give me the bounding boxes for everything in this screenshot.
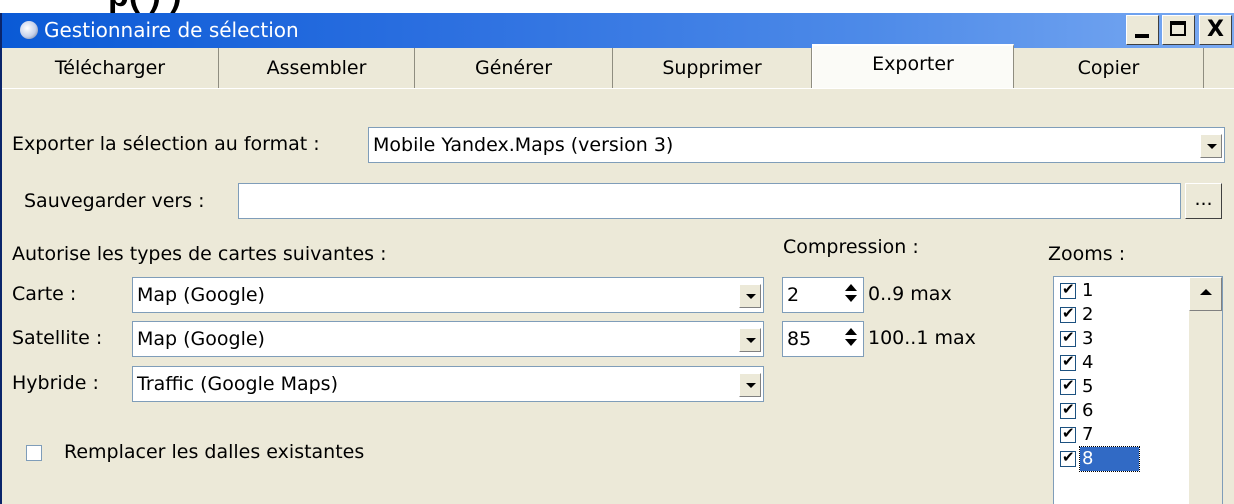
tab-assembler[interactable]: Assembler <box>219 48 415 88</box>
minimize-icon <box>1135 34 1149 38</box>
tab-copier[interactable]: Copier <box>1014 48 1204 88</box>
compression-satellite-value: 85 <box>787 328 812 350</box>
hybride-dropdown-button[interactable] <box>739 373 761 397</box>
compression-carte-spinner[interactable]: 2 <box>782 277 864 313</box>
spinner-arrows-icon[interactable] <box>843 328 859 350</box>
compression-carte-range: 0..9 max <box>868 283 952 305</box>
zoom-label: 7 <box>1082 424 1094 445</box>
browse-button[interactable]: ... <box>1185 183 1222 219</box>
zoom-label: 6 <box>1082 400 1094 421</box>
tab-telecharger[interactable]: Télécharger <box>2 48 219 88</box>
zoom-checkbox[interactable]: ✔ <box>1060 352 1076 371</box>
hybride-label: Hybride : <box>12 372 99 394</box>
save-to-label: Sauvegarder vers : <box>24 190 205 212</box>
carte-select[interactable]: Map (Google) <box>132 277 764 313</box>
carte-label: Carte : <box>12 283 77 305</box>
hybride-value: Traffic (Google Maps) <box>137 373 338 395</box>
zoom-checkbox[interactable]: ✔ <box>1060 304 1076 323</box>
tab-generer[interactable]: Générer <box>415 48 613 88</box>
close-icon: X <box>1207 17 1224 42</box>
minimize-button[interactable] <box>1126 15 1159 45</box>
zoom-label: 2 <box>1082 304 1094 325</box>
export-format-dropdown-button[interactable] <box>1200 134 1222 158</box>
replace-tiles-checkbox[interactable] <box>26 445 42 461</box>
save-path-input[interactable] <box>238 183 1181 219</box>
zooms-label: Zooms : <box>1048 243 1126 265</box>
export-format-select[interactable]: Mobile Yandex.Maps (version 3) <box>368 127 1225 163</box>
chevron-down-icon <box>746 294 756 299</box>
title-bar[interactable]: Gestionnaire de sélection X <box>2 13 1234 48</box>
carte-value: Map (Google) <box>137 284 265 306</box>
satellite-value: Map (Google) <box>137 328 265 350</box>
zoom-label: 5 <box>1082 376 1094 397</box>
tab-bar: Télécharger Assembler Générer Supprimer … <box>2 44 1234 88</box>
compression-label: Compression : <box>783 236 919 258</box>
app-icon <box>20 21 38 39</box>
export-format-label: Exporter la sélection au format : <box>12 133 320 155</box>
zoom-label: 3 <box>1082 328 1094 349</box>
tab-divider <box>2 88 1234 89</box>
zoom-checkbox[interactable]: ✔ <box>1060 400 1076 419</box>
export-format-value: Mobile Yandex.Maps (version 3) <box>373 134 674 156</box>
satellite-dropdown-button[interactable] <box>739 328 761 352</box>
maximize-button[interactable] <box>1162 15 1195 45</box>
zoom-label: 8 <box>1078 446 1141 472</box>
zoom-label: 4 <box>1082 352 1094 373</box>
window-title: Gestionnaire de sélection <box>44 18 299 42</box>
maximize-icon <box>1170 21 1186 36</box>
satellite-label: Satellite : <box>12 327 103 349</box>
zoom-checkbox[interactable]: ✔ <box>1060 376 1076 395</box>
zoom-checkbox[interactable]: ✔ <box>1060 280 1076 299</box>
tab-supprimer[interactable]: Supprimer <box>613 48 812 88</box>
zoom-scrollbar[interactable] <box>1189 277 1222 504</box>
tab-exporter[interactable]: Exporter <box>812 44 1014 88</box>
zoom-label: 1 <box>1082 280 1094 301</box>
chevron-up-icon <box>1200 289 1212 295</box>
compression-carte-value: 2 <box>787 284 800 306</box>
spinner-arrows-icon[interactable] <box>843 284 859 306</box>
zoom-checkbox[interactable]: ✔ <box>1060 328 1076 347</box>
selection-manager-window: Gestionnaire de sélection X Télécharger … <box>0 13 1234 504</box>
carte-dropdown-button[interactable] <box>739 284 761 308</box>
close-button[interactable]: X <box>1199 15 1232 45</box>
zoom-checkbox[interactable]: ✔ <box>1060 424 1076 443</box>
compression-satellite-range: 100..1 max <box>868 327 976 349</box>
chevron-down-icon <box>746 383 756 388</box>
scroll-up-button[interactable] <box>1189 277 1222 311</box>
chevron-down-icon <box>746 338 756 343</box>
map-types-label: Autorise les types de cartes suivantes : <box>12 243 387 265</box>
chevron-down-icon <box>1207 144 1217 149</box>
replace-tiles-label: Remplacer les dalles existantes <box>64 441 365 463</box>
hybride-select[interactable]: Traffic (Google Maps) <box>132 366 764 402</box>
compression-satellite-spinner[interactable]: 85 <box>782 321 864 357</box>
satellite-select[interactable]: Map (Google) <box>132 321 764 357</box>
zoom-checkbox[interactable]: ✔ <box>1060 448 1076 467</box>
